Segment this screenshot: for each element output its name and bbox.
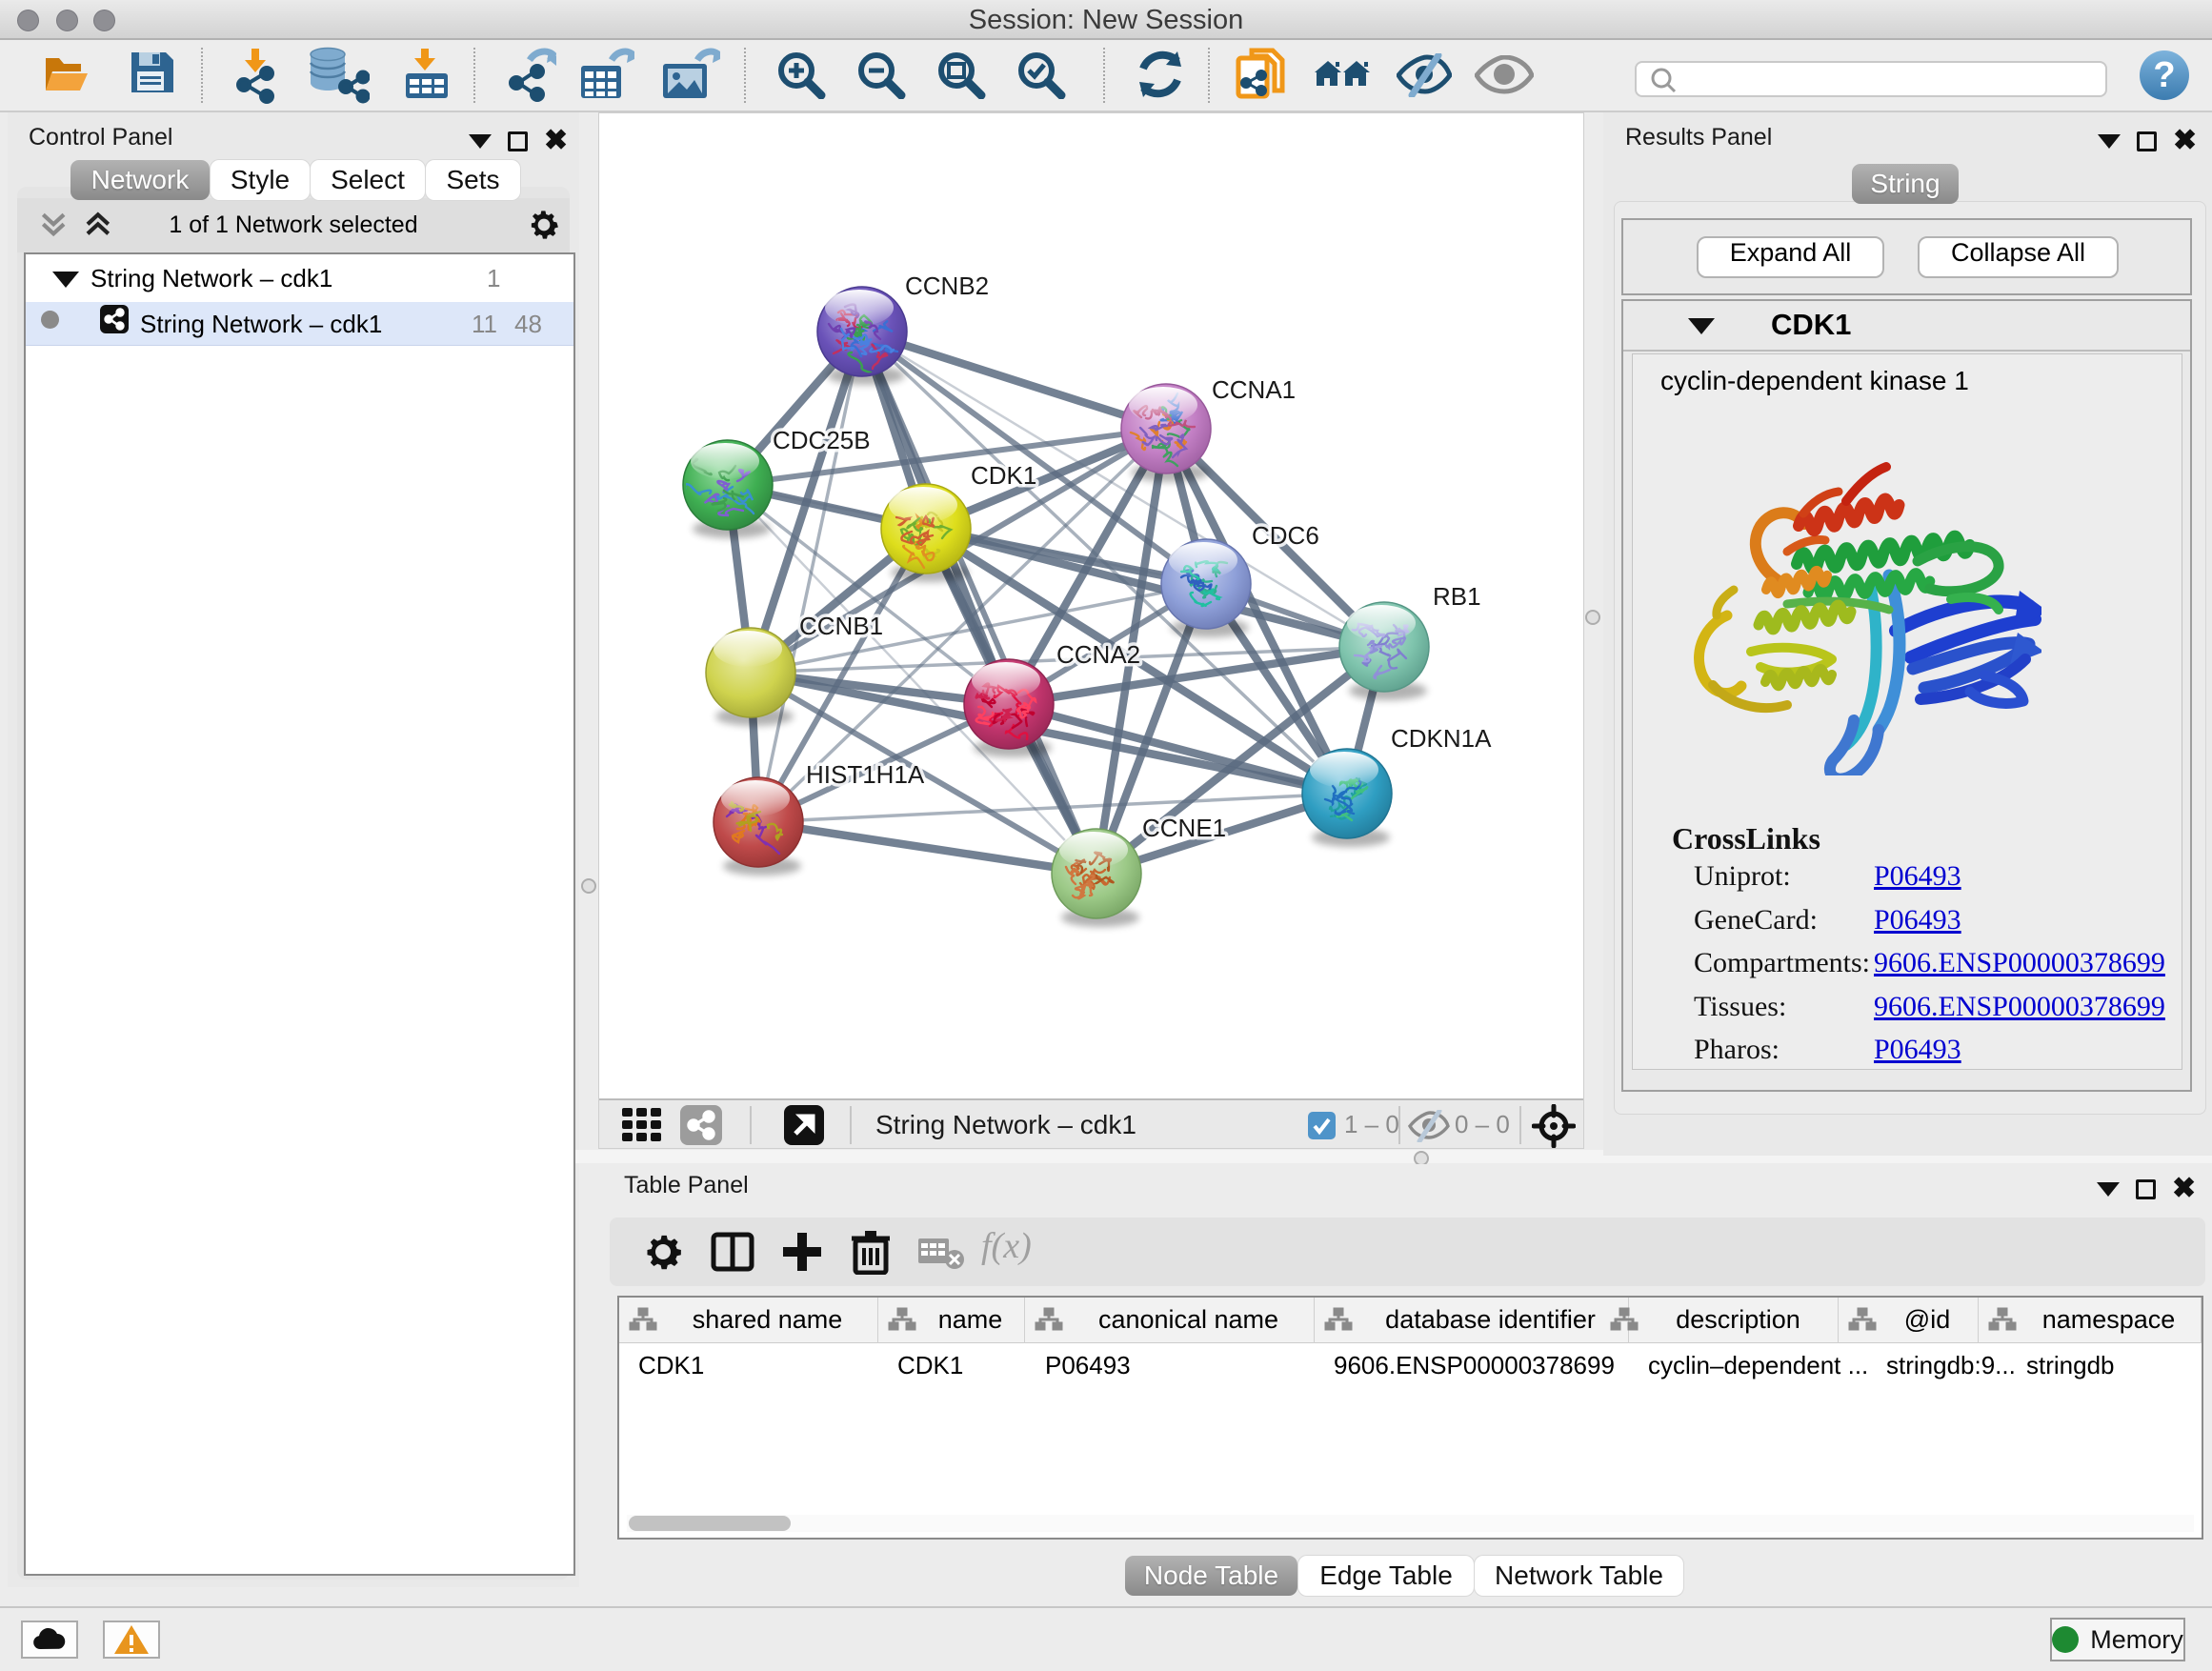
svg-text:CCNA2: CCNA2 — [1056, 640, 1140, 669]
svg-text:CDC6: CDC6 — [1252, 521, 1319, 550]
svg-text:RB1: RB1 — [1433, 582, 1481, 611]
svg-text:CDKN1A: CDKN1A — [1391, 724, 1492, 753]
svg-text:CCNB2: CCNB2 — [905, 272, 989, 300]
svg-text:CCNA1: CCNA1 — [1212, 375, 1296, 404]
svg-text:CDK1: CDK1 — [971, 461, 1036, 490]
svg-text:CDC25B: CDC25B — [773, 426, 871, 454]
svg-text:HIST1H1A: HIST1H1A — [806, 760, 925, 789]
svg-text:CCNB1: CCNB1 — [799, 612, 883, 640]
svg-text:CCNE1: CCNE1 — [1142, 814, 1226, 842]
